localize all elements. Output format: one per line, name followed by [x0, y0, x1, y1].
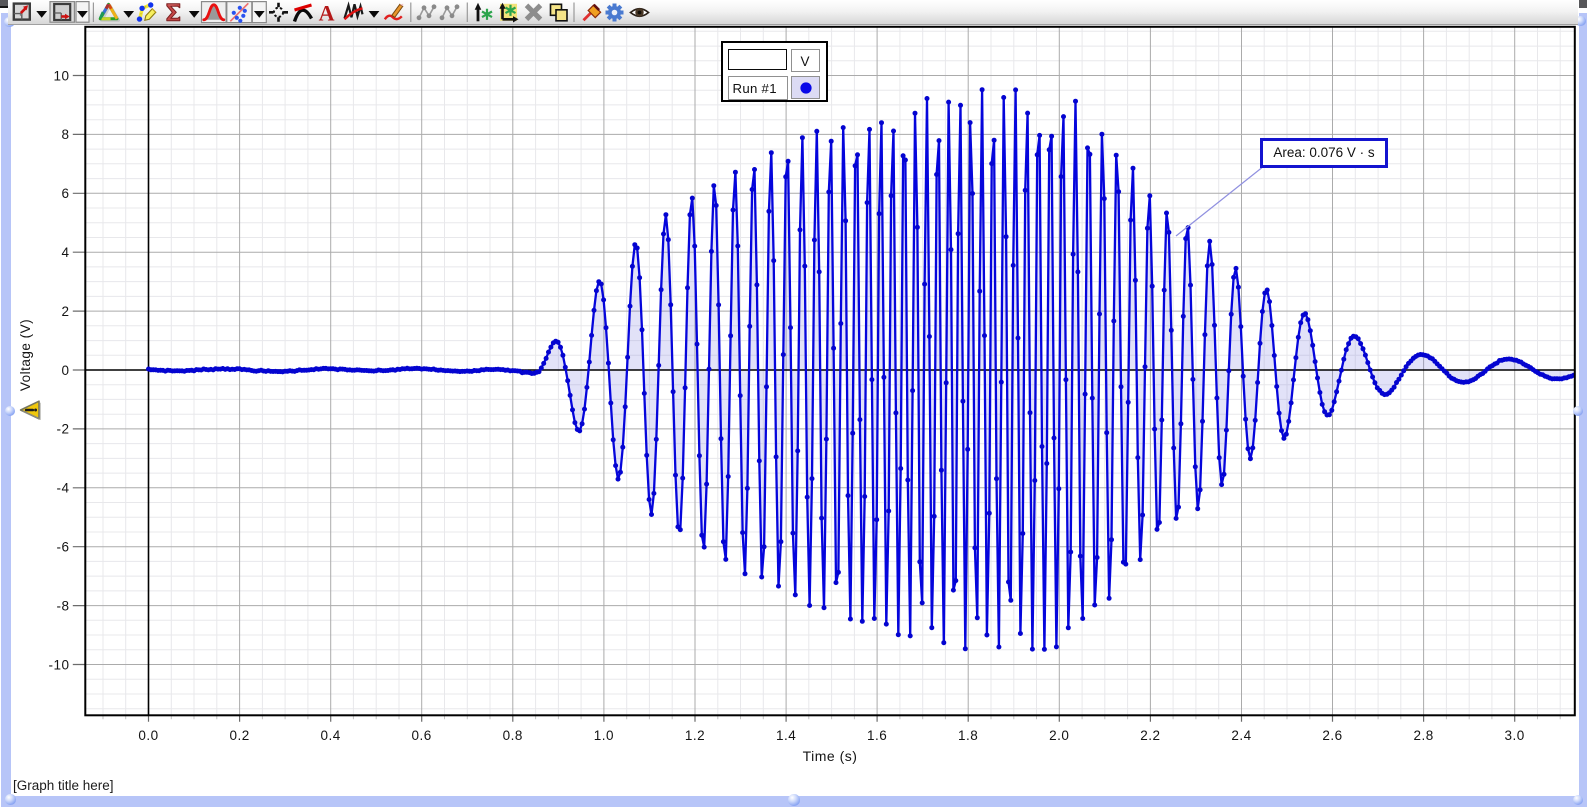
svg-text:-4: -4 — [56, 481, 69, 496]
svg-text:Time (s): Time (s) — [803, 748, 858, 764]
svg-text:1.4: 1.4 — [776, 728, 796, 743]
svg-text:2.2: 2.2 — [1140, 728, 1160, 743]
svg-text:2: 2 — [61, 304, 69, 319]
svg-text:0: 0 — [61, 363, 69, 378]
svg-text:1.0: 1.0 — [594, 728, 614, 743]
svg-text:2.4: 2.4 — [1231, 728, 1251, 743]
svg-text:1.6: 1.6 — [867, 728, 887, 743]
svg-text:2.0: 2.0 — [1049, 728, 1069, 743]
svg-text:0.0: 0.0 — [138, 728, 158, 743]
svg-text:0.2: 0.2 — [229, 728, 249, 743]
svg-text:-10: -10 — [48, 657, 69, 672]
svg-text:3.0: 3.0 — [1505, 728, 1525, 743]
svg-text:-2: -2 — [56, 422, 69, 437]
svg-text:A: A — [319, 0, 335, 25]
svg-text:8: 8 — [61, 127, 69, 142]
svg-text:1.2: 1.2 — [685, 728, 705, 743]
svg-text:0.4: 0.4 — [321, 728, 341, 743]
svg-text:10: 10 — [53, 68, 69, 83]
svg-text:0.6: 0.6 — [412, 728, 432, 743]
svg-text:Voltage (V): Voltage (V) — [18, 319, 33, 391]
svg-text:6: 6 — [61, 186, 69, 201]
svg-text:4: 4 — [61, 245, 69, 260]
svg-text:2.8: 2.8 — [1413, 728, 1433, 743]
svg-text:-6: -6 — [56, 540, 69, 555]
svg-text:-8: -8 — [56, 598, 69, 613]
svg-text:0.8: 0.8 — [503, 728, 523, 743]
svg-text:1.8: 1.8 — [958, 728, 978, 743]
svg-text:2.6: 2.6 — [1322, 728, 1342, 743]
